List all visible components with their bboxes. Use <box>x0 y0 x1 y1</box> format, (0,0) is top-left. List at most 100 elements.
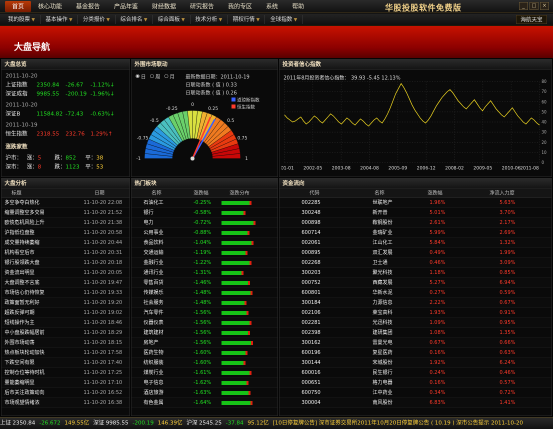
table-row[interactable]: 000895 双汇发展 0.49% 1.99% <box>279 248 552 258</box>
article-title[interactable]: 银行股领跌大盘 <box>5 258 80 268</box>
stock-name[interactable]: 民生银行 <box>373 368 393 378</box>
table-row[interactable]: 300004 南风股份 6.83% 1.41% <box>279 398 552 408</box>
sector-name[interactable]: 零售百货 <box>144 278 184 288</box>
sector-name[interactable]: 公用事业 <box>144 228 184 238</box>
table-row[interactable]: 金融行业 -1.22% <box>131 258 278 268</box>
table-row[interactable]: 通讯行业 -1.31% <box>131 268 278 278</box>
table-row[interactable]: 酒店旅游 -1.63% <box>131 388 278 398</box>
stock-name[interactable]: 聚光科技 <box>373 268 393 278</box>
stock-name[interactable]: 南风股份 <box>373 398 393 408</box>
sector-name[interactable]: 仪器仪表 <box>144 318 184 328</box>
table-row[interactable]: 交通运输 -1.19% <box>131 248 278 258</box>
table-row[interactable]: 大盘调整不言底 11-10-20 19:47 <box>1 278 130 288</box>
table-row[interactable]: 002398 建研集团 1.08% 1.35% <box>279 328 552 338</box>
table-row[interactable]: 市场观望情绪浓 11-10-20 16:38 <box>1 398 130 408</box>
table-row[interactable]: 000752 西藏发展 5.27% 6.94% <box>279 278 552 288</box>
sector-name[interactable]: 通讯行业 <box>144 268 184 278</box>
sector-name[interactable]: 电力 <box>144 218 184 228</box>
article-title[interactable]: 外围市场动荡 <box>5 338 80 348</box>
stock-code[interactable]: 002106 <box>302 308 321 318</box>
article-title[interactable]: 缩量调整空多交易 <box>5 208 80 218</box>
table-row[interactable]: 纺织服装 -1.60% <box>131 358 278 368</box>
sector-name[interactable]: 有色金属 <box>144 398 184 408</box>
nav-item-8[interactable]: 帮助 <box>285 1 311 12</box>
sector-name[interactable]: 建筑建材 <box>144 328 184 338</box>
stock-name[interactable]: 光迅科技 <box>373 318 393 328</box>
table-row[interactable]: 银行 -0.58% <box>131 208 278 218</box>
article-title[interactable]: 机构看空后市 <box>5 248 80 258</box>
stock-code[interactable]: 300184 <box>302 298 321 308</box>
close-button[interactable]: × <box>540 2 549 10</box>
sector-name[interactable]: 电子信息 <box>144 378 184 388</box>
maximize-button[interactable]: □ <box>529 2 539 10</box>
table-row[interactable]: 食品饮料 -1.04% <box>131 238 278 248</box>
table-row[interactable]: 电力 -0.72% <box>131 218 278 228</box>
stock-name[interactable]: 新开普 <box>373 208 388 218</box>
table-row[interactable]: 煤炭行业 -1.61% <box>131 368 278 378</box>
stock-code[interactable]: 600750 <box>302 388 321 398</box>
table-row[interactable]: 300203 聚光科技 1.18% 0.85% <box>279 268 552 278</box>
period-radio-2[interactable]: ○ 月 <box>164 73 174 81</box>
stock-name[interactable]: 莱宝高科 <box>373 308 393 318</box>
stock-name[interactable]: 建研集团 <box>373 328 393 338</box>
nav-item-2[interactable]: 基金报告 <box>69 1 107 12</box>
sector-name[interactable]: 社会服务 <box>144 298 184 308</box>
table-row[interactable]: 300162 雷曼光电 0.67% 0.66% <box>279 338 552 348</box>
table-row[interactable]: 欧债危机风险上升 11-10-20 21:38 <box>1 218 130 228</box>
stock-name[interactable]: 格力电器 <box>373 378 393 388</box>
table-row[interactable]: 下跌空间有限 11-10-20 17:40 <box>1 358 130 368</box>
table-row[interactable]: 公用事业 -0.88% <box>131 228 278 238</box>
sector-name[interactable]: 汽车零件 <box>144 308 184 318</box>
table-row[interactable]: 建筑建材 -1.56% <box>131 328 278 338</box>
sector-name[interactable]: 石油化工 <box>144 198 184 208</box>
table-row[interactable]: 002285 世联地产 1.96% 5.63% <box>279 198 552 208</box>
table-row[interactable]: 传媒娱乐 -1.48% <box>131 288 278 298</box>
stock-name[interactable]: 双汇发展 <box>373 248 393 258</box>
table-row[interactable]: 量能萎缩明显 11-10-20 17:10 <box>1 378 130 388</box>
stock-name[interactable]: 鞍钢股份 <box>373 218 393 228</box>
table-row[interactable]: 600750 江中药业 0.34% 0.72% <box>279 388 552 398</box>
article-title[interactable]: 下跌空间有限 <box>5 358 80 368</box>
table-row[interactable]: 多空争夺白热化 11-10-20 22:08 <box>1 198 130 208</box>
table-row[interactable]: 资金流出明显 11-10-20 20:05 <box>1 268 130 278</box>
table-row[interactable]: 政策面暂无利好 11-10-20 19:20 <box>1 298 130 308</box>
table-row[interactable]: 医药生物 -1.60% <box>131 348 278 358</box>
table-row[interactable]: 600196 复星医药 0.16% 0.63% <box>279 348 552 358</box>
nav-item-1[interactable]: 核心功能 <box>31 1 69 12</box>
subnav-item-1[interactable]: 基本操作 ▼ <box>40 15 78 24</box>
stock-code[interactable]: 002281 <box>302 318 321 328</box>
subnav-item-0[interactable]: 我的股票 ▼ <box>3 15 41 24</box>
stock-code[interactable]: 000752 <box>302 278 321 288</box>
table-row[interactable]: 缩量调整空多交易 11-10-20 21:52 <box>1 208 130 218</box>
subnav-item-5[interactable]: 技术分析 ▼ <box>190 15 228 24</box>
nav-item-6[interactable]: 我的专区 <box>221 1 259 12</box>
article-title[interactable]: 政策面暂无利好 <box>5 298 80 308</box>
article-title[interactable]: 大盘调整不言底 <box>5 278 80 288</box>
stock-code[interactable]: 002268 <box>302 258 321 268</box>
stock-code[interactable]: 002285 <box>302 198 321 208</box>
table-row[interactable]: 超跌反弹可期 11-10-20 19:02 <box>1 308 130 318</box>
period-radio-0[interactable]: ◉ 日 <box>136 73 146 81</box>
table-row[interactable]: 零售百货 -1.46% <box>131 278 278 288</box>
stock-name[interactable]: 西藏发展 <box>373 278 393 288</box>
table-row[interactable]: 600714 金瑞矿业 5.99% 2.69% <box>279 228 552 238</box>
table-row[interactable]: 外围市场动荡 11-10-20 18:15 <box>1 338 130 348</box>
table-row[interactable]: 成交量持续萎缩 11-10-20 20:44 <box>1 238 130 248</box>
article-title[interactable]: 量能萎缩明显 <box>5 378 80 388</box>
stock-code[interactable]: 000651 <box>302 378 321 388</box>
stock-name[interactable]: 金瑞矿业 <box>373 228 393 238</box>
stock-name[interactable]: 力源信息 <box>373 298 393 308</box>
stock-code[interactable]: 600016 <box>302 368 321 378</box>
article-title[interactable]: 市场信心仍待恢复 <box>5 288 80 298</box>
stock-code[interactable]: 002061 <box>302 238 321 248</box>
table-row[interactable]: 短线操作为主 11-10-20 18:46 <box>1 318 130 328</box>
nav-item-3[interactable]: 产品年鉴 <box>107 1 145 12</box>
stock-name[interactable]: 江中药业 <box>373 388 393 398</box>
article-title[interactable]: 控制仓位等待时机 <box>5 368 80 378</box>
article-title[interactable]: 超跌反弹可期 <box>5 308 80 318</box>
article-title[interactable]: 多空争夺白热化 <box>5 198 80 208</box>
table-row[interactable]: 000651 格力电器 0.16% 0.57% <box>279 378 552 388</box>
period-radio-1[interactable]: ○ 周 <box>150 73 160 81</box>
subnav-item-7[interactable]: 全球指数 ▼ <box>265 15 303 24</box>
table-row[interactable]: 300248 新开普 5.01% 3.70% <box>279 208 552 218</box>
